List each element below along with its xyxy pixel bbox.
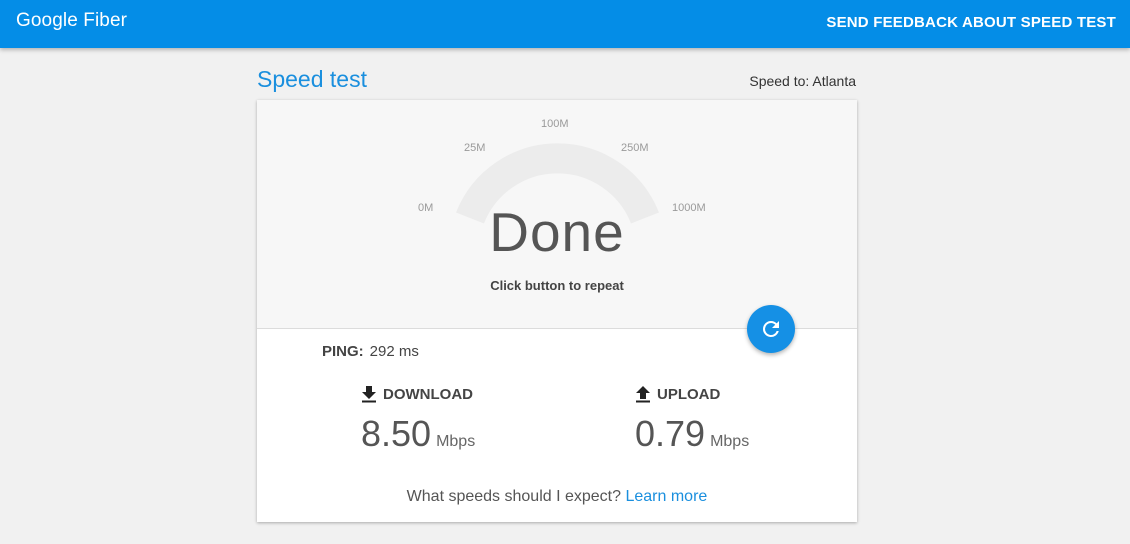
brand-logo[interactable]: Google Fiber (16, 10, 127, 32)
page-title: Speed test (257, 66, 367, 92)
gauge-status: Done (489, 201, 625, 263)
repeat-test-button[interactable] (747, 305, 795, 353)
speed-test-card: 0M 25M 100M 250M 1000M Done Click button… (257, 100, 857, 522)
refresh-icon (763, 321, 779, 337)
upload-unit: Mbps (710, 433, 750, 450)
gauge-tick-250: 250M (621, 142, 649, 154)
ping-label: PING: (322, 343, 364, 360)
download-result: DOWNLOAD 8.50 Mbps (361, 385, 475, 455)
download-unit: Mbps (436, 433, 476, 450)
upload-value: 0.79 (635, 413, 706, 454)
repeat-hint: Click button to repeat (490, 278, 624, 293)
top-bar: Google Fiber SEND FEEDBACK ABOUT SPEED T… (0, 0, 1130, 48)
gauge-tick-25: 25M (464, 142, 486, 154)
gauge-tick-100: 100M (541, 118, 569, 130)
expectations-line: What speeds should I expect? Learn more (257, 488, 857, 506)
download-value: 8.50 (361, 413, 432, 454)
ping-result: PING: 292 ms (322, 343, 419, 360)
learn-more-link[interactable]: Learn more (625, 488, 707, 505)
upload-icon (636, 386, 650, 403)
speed-to-server: Speed to: Atlanta (749, 73, 856, 89)
upload-label: UPLOAD (657, 385, 721, 403)
expectations-question: What speeds should I expect? (406, 488, 622, 505)
gauge-panel: 0M 25M 100M 250M 1000M Done Click button… (257, 100, 857, 329)
download-icon (362, 386, 376, 403)
download-label: DOWNLOAD (383, 385, 473, 403)
ping-value: 292 ms (369, 343, 419, 360)
upload-result: UPLOAD 0.79 Mbps (635, 385, 749, 455)
send-feedback-link[interactable]: SEND FEEDBACK ABOUT SPEED TEST (826, 14, 1116, 31)
